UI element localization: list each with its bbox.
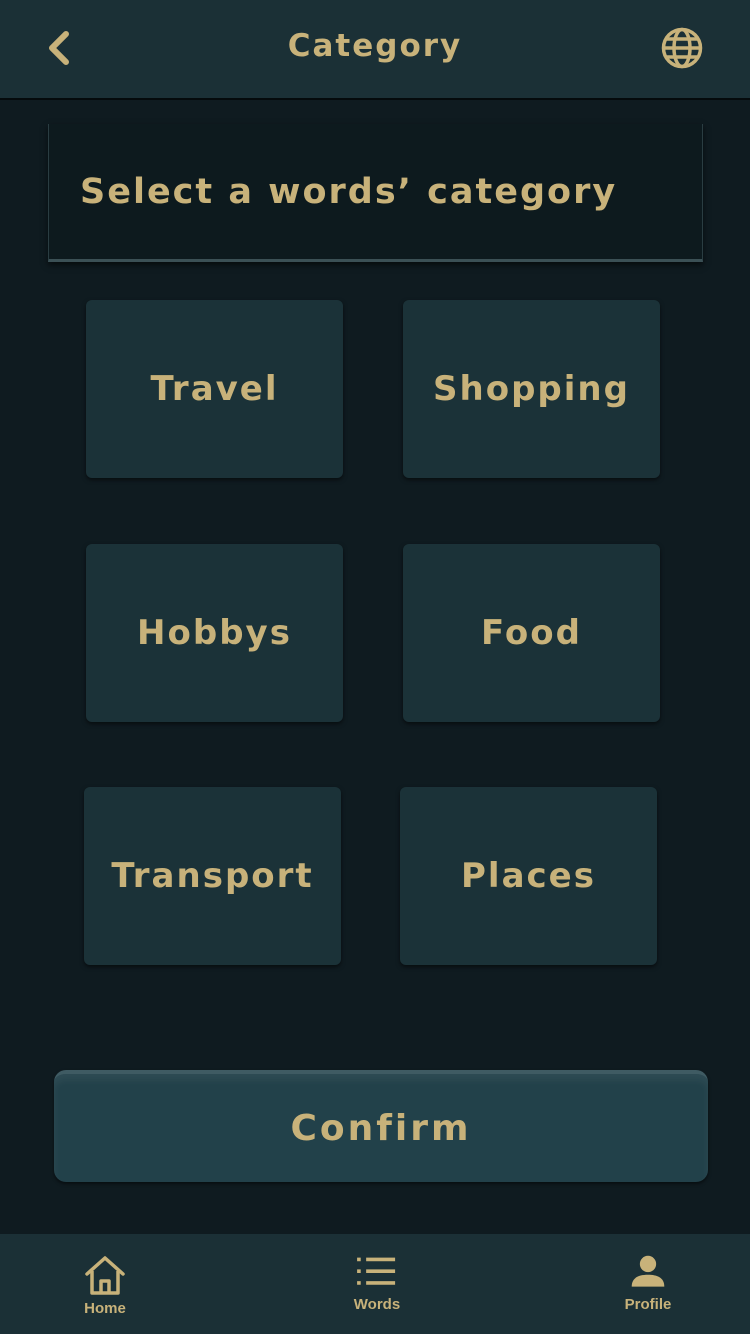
category-tile-hobbys[interactable]: Hobbys [86, 544, 343, 722]
home-icon [85, 1256, 125, 1295]
bottom-navigation: Home Words Profile [0, 1234, 750, 1334]
nav-item-home[interactable]: Home [70, 1234, 140, 1334]
user-icon [631, 1255, 665, 1287]
nav-label-words: Words [353, 1296, 401, 1313]
language-button[interactable] [660, 26, 704, 70]
instruction-text: Select a words’ category [80, 172, 618, 212]
category-tile-shopping[interactable]: Shopping [403, 300, 660, 478]
confirm-button[interactable]: Confirm [54, 1070, 708, 1182]
page-title: Category [287, 28, 463, 64]
top-app-bar: Category [0, 0, 750, 100]
nav-item-profile[interactable]: Profile [612, 1234, 684, 1334]
list-icon [357, 1257, 396, 1285]
category-label: Food [481, 613, 582, 653]
category-tile-travel[interactable]: Travel [86, 300, 343, 478]
category-tile-transport[interactable]: Transport [84, 787, 341, 965]
category-label: Places [461, 856, 596, 896]
category-tile-food[interactable]: Food [403, 544, 660, 722]
category-label: Shopping [433, 369, 630, 409]
globe-icon [661, 27, 703, 69]
confirm-label: Confirm [290, 1107, 472, 1149]
nav-item-words[interactable]: Words [340, 1234, 414, 1334]
category-label: Travel [150, 369, 279, 409]
nav-label-home: Home [84, 1300, 126, 1317]
category-label: Transport [111, 856, 314, 896]
category-tile-places[interactable]: Places [400, 787, 657, 965]
category-label: Hobbys [137, 613, 292, 653]
category-screen: Category Select a words’ category Travel… [0, 0, 750, 1334]
instruction-card: Select a words’ category [48, 124, 703, 262]
nav-label-profile: Profile [624, 1296, 672, 1313]
